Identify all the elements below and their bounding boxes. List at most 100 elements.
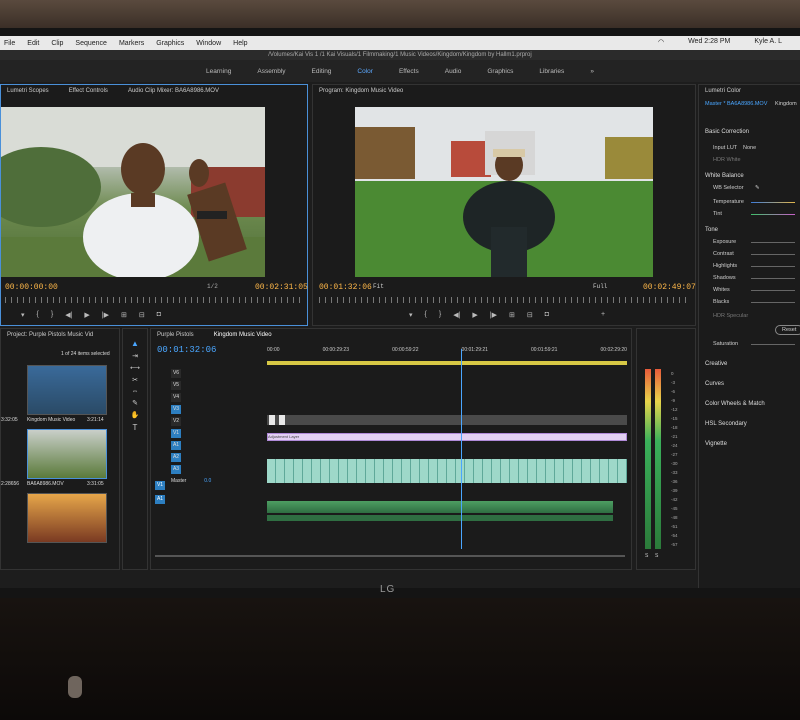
menu-item-help[interactable]: Help (233, 40, 247, 47)
type-tool-icon[interactable]: T (123, 423, 147, 432)
project-thumb-2[interactable] (27, 429, 107, 479)
project-thumb-3[interactable] (27, 493, 107, 543)
project-title[interactable]: Project: Purple Pistols Music Vid (7, 332, 93, 338)
shadows-slider[interactable] (751, 278, 795, 279)
audio-clip-a2[interactable] (267, 515, 613, 521)
ripple-edit-icon[interactable]: ⟷ (123, 364, 147, 372)
extract-icon[interactable]: ⊟ (527, 311, 533, 319)
marker-icon[interactable]: ▾ (21, 311, 25, 319)
pen-icon[interactable]: ✎ (123, 399, 147, 407)
menu-item-sequence[interactable]: Sequence (75, 40, 107, 47)
source-fraction[interactable]: 1/2 (207, 283, 218, 290)
white-balance-header[interactable]: White Balance (705, 173, 744, 179)
out-point-icon[interactable]: } (51, 311, 53, 319)
contrast-slider[interactable] (751, 254, 795, 255)
camera-icon[interactable]: ◘ (157, 311, 161, 319)
blacks-slider[interactable] (751, 302, 795, 303)
source-timecode-in[interactable]: 00:00:00:00 (5, 283, 58, 292)
program-marker-icon[interactable]: ▾ (409, 311, 413, 319)
highlights-slider[interactable] (751, 266, 795, 267)
program-fit-select[interactable]: Fit (373, 283, 384, 290)
playhead[interactable] (461, 349, 462, 549)
insert-icon[interactable]: ⊞ (121, 311, 127, 319)
menu-item-window[interactable]: Window (196, 40, 221, 47)
track-select-icon[interactable]: ⇥ (123, 352, 147, 360)
workspace-learning[interactable]: Learning (206, 68, 231, 75)
exposure-slider[interactable] (751, 242, 795, 243)
step-forward-icon[interactable]: |▶ (102, 311, 109, 319)
workspace-assembly[interactable]: Assembly (257, 68, 285, 75)
temperature-slider[interactable] (751, 202, 795, 203)
input-lut-select[interactable]: None (743, 145, 756, 151)
workspace-libraries[interactable]: Libraries (539, 68, 564, 75)
eyedropper-icon[interactable]: ✎ (755, 185, 760, 191)
program-step-back-icon[interactable]: ◀| (453, 311, 460, 319)
menu-item-clip[interactable]: Clip (51, 40, 63, 47)
saturation-slider[interactable] (751, 344, 795, 345)
tab-audio-clip-mixer[interactable]: Audio Clip Mixer: BA6A8986.MOV (128, 88, 219, 94)
export-frame-icon[interactable]: ◘ (545, 311, 549, 319)
lift-icon[interactable]: ⊞ (509, 311, 515, 319)
tint-slider[interactable] (751, 214, 795, 215)
clip-v3-a[interactable] (269, 415, 275, 425)
work-area-bar[interactable] (267, 361, 627, 365)
section-color-wheels[interactable]: Color Wheels & Match (705, 401, 765, 407)
project-item-name[interactable]: Kingdom Music Video (27, 417, 75, 423)
menubar-user[interactable]: Kyle A. L (754, 38, 782, 46)
section-creative[interactable]: Creative (705, 361, 727, 367)
program-step-forward-icon[interactable]: |▶ (490, 311, 497, 319)
program-in-icon[interactable]: { (425, 311, 427, 319)
slip-icon[interactable]: ⇔ (123, 388, 147, 395)
razor-icon[interactable]: ✂ (123, 376, 147, 384)
program-quality-select[interactable]: Full (593, 283, 607, 290)
program-title[interactable]: Program: Kingdom Music Video (319, 88, 403, 94)
menu-item-edit[interactable]: Edit (27, 40, 39, 47)
menu-item-file[interactable]: File (4, 40, 15, 47)
tab-effect-controls[interactable]: Effect Controls (69, 88, 108, 94)
source-patch-a1[interactable]: A1 (155, 495, 165, 504)
audio-clip-a1[interactable] (267, 501, 613, 513)
step-back-icon[interactable]: ◀| (65, 311, 72, 319)
section-vignette[interactable]: Vignette (705, 441, 727, 447)
meter-solo-left[interactable]: S (645, 553, 648, 559)
tab-purple-pistols[interactable]: Purple Pistols (157, 332, 194, 338)
menubar-clock[interactable]: Wed 2:28 PM (688, 38, 730, 46)
in-point-icon[interactable]: { (37, 311, 39, 319)
meter-solo-right[interactable]: S (655, 553, 658, 559)
basic-correction-header[interactable]: Basic Correction (705, 129, 749, 135)
workspace-more-icon[interactable]: » (590, 68, 594, 75)
project-thumb-1[interactable] (27, 365, 107, 415)
section-hsl-secondary[interactable]: HSL Secondary (705, 421, 747, 427)
reset-button[interactable]: Reset (775, 325, 800, 335)
lumetri-title[interactable]: Lumetri Color (705, 88, 741, 94)
program-play-icon[interactable]: ▶ (472, 311, 477, 319)
selection-tool-icon[interactable]: ▲ (123, 339, 147, 348)
workspace-color[interactable]: Color (357, 68, 373, 75)
video-clips-v1[interactable] (267, 459, 627, 483)
add-button-icon[interactable]: + (601, 311, 605, 319)
program-time-ruler[interactable] (319, 297, 689, 303)
clip-v3-b[interactable] (279, 415, 285, 425)
timeline-timecode[interactable]: 00:01:32:06 (157, 345, 216, 355)
program-timecode[interactable]: 00:01:32:06 (319, 283, 372, 292)
hand-icon[interactable]: ✋ (123, 411, 147, 419)
project-item-name[interactable]: BA6A8986.MOV (27, 481, 64, 487)
wifi-icon[interactable]: ◠ (658, 38, 664, 46)
timeline-ruler[interactable]: 00:00 00:00:29:23 00:00:59:22 00:01:29:2… (267, 347, 627, 361)
workspace-editing[interactable]: Editing (312, 68, 332, 75)
program-out-icon[interactable]: } (439, 311, 441, 319)
source-time-ruler[interactable] (5, 297, 301, 303)
workspace-graphics[interactable]: Graphics (487, 68, 513, 75)
lumetri-sequence[interactable]: Kingdom (775, 101, 797, 107)
whites-slider[interactable] (751, 290, 795, 291)
tab-lumetri-scopes[interactable]: Lumetri Scopes (7, 88, 49, 94)
overwrite-icon[interactable]: ⊟ (139, 311, 145, 319)
section-curves[interactable]: Curves (705, 381, 724, 387)
adjustment-layer-clip[interactable]: Adjustment Layer (267, 433, 627, 441)
timeline-scrollbar[interactable] (155, 555, 625, 557)
menu-item-graphics[interactable]: Graphics (156, 40, 184, 47)
tab-kingdom-music-video[interactable]: Kingdom Music Video (214, 332, 272, 338)
workspace-audio[interactable]: Audio (445, 68, 462, 75)
lumetri-master-clip[interactable]: Master * BA6A8986.MOV (705, 101, 767, 107)
source-patch-v1[interactable]: V1 (155, 481, 165, 490)
